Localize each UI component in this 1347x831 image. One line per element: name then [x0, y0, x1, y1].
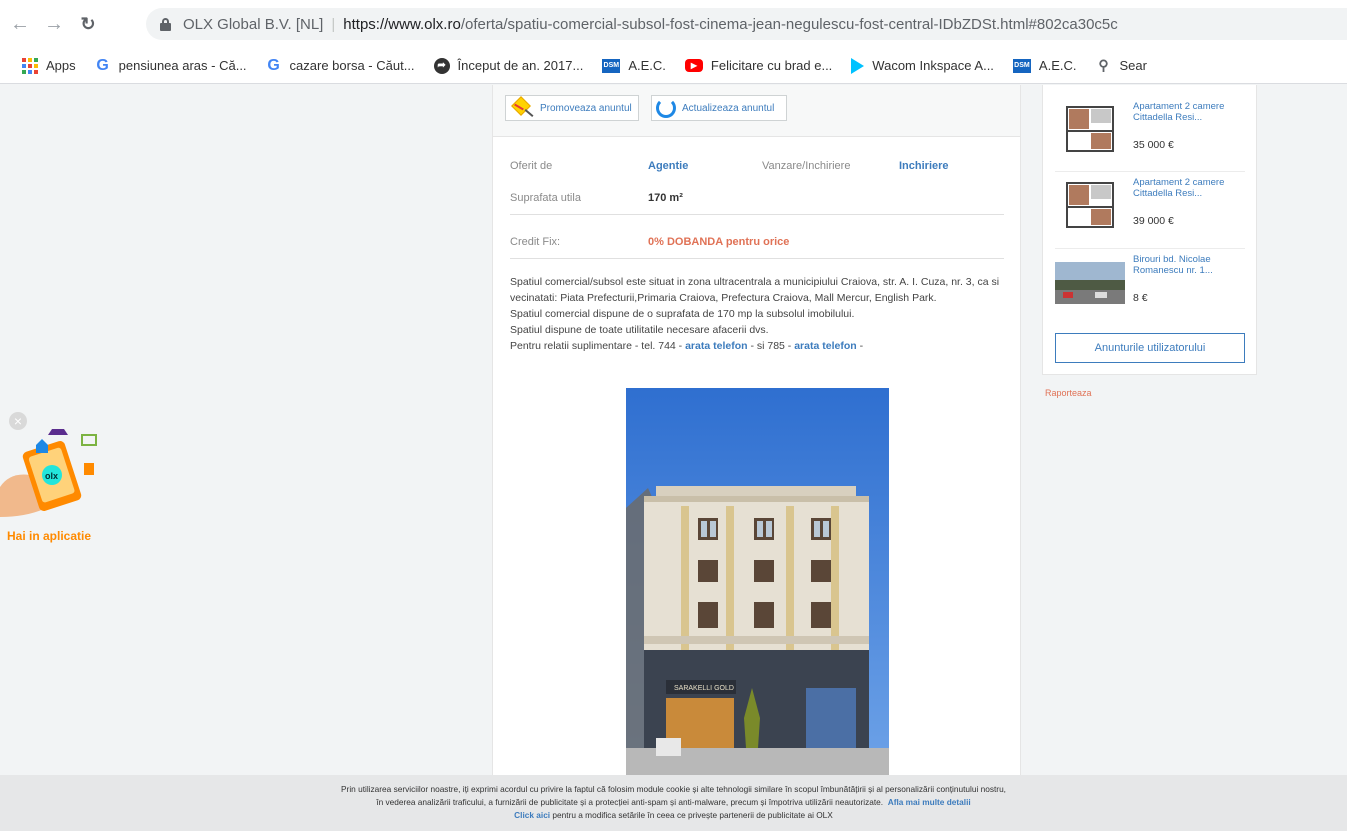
ad-details-card: Promoveaza anuntul Actualizeaza anuntul …	[492, 85, 1021, 778]
bookmarks-bar: Apps G pensiunea aras - Că... G cazare b…	[0, 48, 1347, 84]
details-divider	[510, 214, 1004, 215]
similar-ad-item[interactable]: Apartament 2 camere Cittadella Resi... 3…	[1055, 171, 1245, 243]
address-separator: |	[331, 15, 336, 33]
bookmark-label: Sear	[1119, 58, 1147, 73]
cookie-text: în vederea analizării traficului, a furn…	[376, 797, 884, 807]
globe-icon: ➦	[433, 57, 450, 74]
ad-photo[interactable]: SARAKELLI GOLD	[626, 388, 889, 778]
similar-ad-item[interactable]: Apartament 2 camere Cittadella Resi... 3…	[1055, 95, 1245, 167]
bookmark-inceput[interactable]: ➦ Început de an. 2017...	[433, 57, 584, 74]
refresh-ad-label: Actualizeaza anuntul	[682, 102, 775, 114]
apps-grid-icon	[22, 57, 38, 74]
report-link[interactable]: Raporteaza	[1045, 388, 1092, 398]
cookie-settings-line: Click aici pentru a modifica setările în…	[0, 809, 1347, 822]
reload-icon[interactable]: ↻	[74, 10, 102, 38]
credit-label: Credit Fix:	[510, 236, 561, 248]
bookmark-cazare[interactable]: G cazare borsa - Căut...	[266, 56, 415, 74]
bookmark-aec-1[interactable]: DSM A.E.C.	[602, 58, 666, 73]
promote-ad-button[interactable]: Promoveaza anuntul	[505, 95, 639, 121]
contact-text: - si 785 -	[747, 340, 795, 352]
description-paragraph: Spatiul comercial/subsol este situat in …	[510, 276, 1000, 304]
show-phone-link[interactable]: arata telefon	[685, 340, 747, 352]
floor-plan-thumbnail	[1066, 182, 1114, 228]
google-icon: G	[96, 56, 109, 74]
similar-ad-title[interactable]: Birouri bd. Nicolae Romanescu nr. 1...	[1133, 254, 1243, 276]
browser-toolbar: ← → ↻ OLX Global B.V. [NL] | https://www…	[0, 0, 1347, 48]
credit-value[interactable]: 0% DOBANDA pentru orice	[648, 236, 789, 248]
offered-by-value[interactable]: Agentie	[648, 160, 688, 172]
youtube-icon: ▶	[684, 59, 703, 72]
url-path: /oferta/spatiu-comercial-subsol-fost-cin…	[460, 15, 1118, 33]
description-paragraph: Spatiul comercial dispune de o suprafata…	[510, 308, 855, 320]
refresh-ad-button[interactable]: Actualizeaza anuntul	[651, 95, 787, 121]
contact-text: -	[856, 340, 864, 352]
bookmark-label: cazare borsa - Căut...	[289, 58, 415, 73]
ad-description: Spatiul comercial/subsol este situat in …	[510, 274, 1010, 354]
play-store-icon	[851, 57, 865, 74]
ad-action-bar: Promoveaza anuntul Actualizeaza anuntul	[493, 85, 1020, 137]
sale-rent-label: Vanzare/Inchiriere	[762, 160, 851, 172]
bookmark-aec-2[interactable]: DSM A.E.C.	[1012, 58, 1077, 73]
bookmark-felicitare[interactable]: ▶ Felicitare cu brad e...	[684, 58, 833, 73]
google-icon: G	[267, 56, 280, 74]
cookie-text: pentru a modifica setările în ceea ce pr…	[550, 810, 833, 820]
app-promo[interactable]: × olx Hai in aplicatie	[0, 409, 120, 549]
similar-ad-price: 39 000 €	[1133, 215, 1174, 227]
app-promo-label[interactable]: Hai in aplicatie	[7, 529, 91, 543]
show-phone-link[interactable]: arata telefon	[794, 340, 856, 352]
olx-logo: olx	[45, 471, 58, 481]
bookmark-apps[interactable]: Apps	[22, 57, 76, 74]
url-domain: https://www.olx.ro	[343, 15, 461, 33]
bookmark-label: Felicitare cu brad e...	[710, 58, 833, 73]
similar-ads-sidebar: Apartament 2 camere Cittadella Resi... 3…	[1042, 85, 1257, 375]
address-bar[interactable]: OLX Global B.V. [NL] | https://www.olx.r…	[146, 8, 1347, 40]
cookie-consent-bar: Prin utilizarea serviciilor noastre, iți…	[0, 775, 1347, 831]
description-contact-line: Pentru relatii suplimentare - tel. 744 -…	[510, 338, 1010, 354]
area-value: 170 m²	[648, 192, 683, 204]
refresh-icon	[656, 98, 676, 118]
cookie-text-line: în vederea analizării traficului, a furn…	[0, 796, 1347, 809]
bookmark-label: A.E.C.	[628, 58, 666, 73]
user-ads-button[interactable]: Anunturile utilizatorului	[1055, 333, 1245, 363]
dsm-icon: DSM	[1012, 58, 1031, 73]
similar-ad-title[interactable]: Apartament 2 camere Cittadella Resi...	[1133, 177, 1243, 199]
shop-sign: SARAKELLI GOLD	[674, 685, 734, 692]
details-divider	[510, 258, 1004, 259]
bookmark-label: Început de an. 2017...	[457, 58, 584, 73]
kite-icon	[510, 96, 534, 118]
bookmark-pensiunea[interactable]: G pensiunea aras - Că...	[95, 56, 247, 74]
description-paragraph: Spatiul dispune de toate utilitatile nec…	[510, 324, 769, 336]
offered-by-label: Oferit de	[510, 160, 553, 172]
cookie-settings-link[interactable]: Click aici	[514, 810, 550, 820]
cookie-text: Prin utilizarea serviciilor noastre, iți…	[341, 784, 1006, 794]
bookmark-label: A.E.C.	[1038, 58, 1077, 73]
search-icon: ⚲	[1098, 57, 1109, 73]
phone-hand-illustration: olx	[0, 429, 97, 517]
back-arrow-icon[interactable]: ←	[6, 10, 34, 38]
dsm-icon: DSM	[602, 58, 621, 73]
bookmark-label: Wacom Inkspace A...	[872, 58, 994, 73]
floor-plan-thumbnail	[1066, 106, 1114, 152]
forward-arrow-icon[interactable]: →	[40, 10, 68, 38]
bookmark-wacom[interactable]: Wacom Inkspace A...	[851, 57, 994, 74]
cookie-details-link[interactable]: Afla mai multe detalii	[888, 797, 971, 807]
contact-text: Pentru relatii suplimentare - tel. 744 -	[510, 340, 686, 352]
similar-ad-price: 35 000 €	[1133, 139, 1174, 151]
bookmark-search[interactable]: ⚲ Sear	[1096, 57, 1147, 74]
site-organization: OLX Global B.V. [NL]	[183, 15, 324, 33]
area-label: Suprafata utila	[510, 192, 581, 204]
street-photo-thumbnail	[1055, 262, 1125, 304]
promote-ad-label: Promoveaza anuntul	[540, 102, 632, 114]
page-content: × olx Hai in aplicatie Promoveaza anuntu…	[0, 85, 1347, 831]
bookmark-label: Apps	[46, 58, 76, 73]
similar-ad-item[interactable]: Birouri bd. Nicolae Romanescu nr. 1... 8…	[1055, 248, 1245, 320]
lock-icon	[160, 17, 171, 31]
bookmark-label: pensiunea aras - Că...	[118, 58, 247, 73]
sale-rent-value[interactable]: Inchiriere	[899, 160, 949, 172]
similar-ad-title[interactable]: Apartament 2 camere Cittadella Resi...	[1133, 101, 1243, 123]
similar-ad-price: 8 €	[1133, 292, 1148, 304]
